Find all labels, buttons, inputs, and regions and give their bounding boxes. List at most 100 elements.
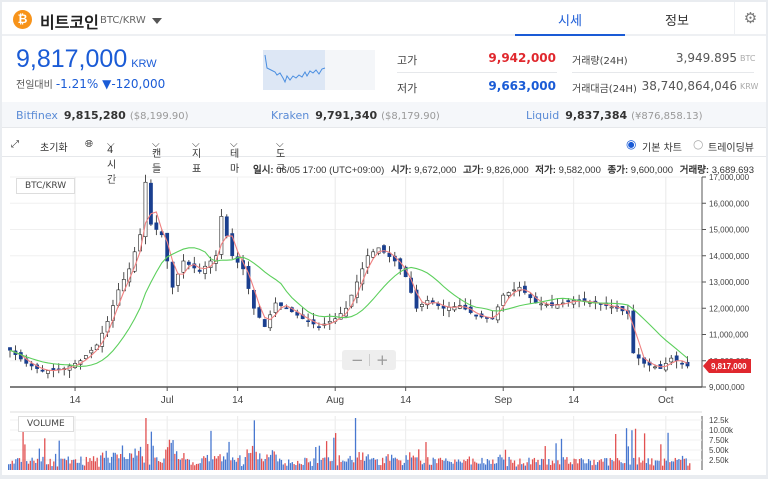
volume-bar bbox=[571, 464, 573, 470]
candle bbox=[197, 269, 202, 272]
volume-bar bbox=[329, 461, 331, 470]
chevron-down-icon[interactable] bbox=[152, 18, 162, 24]
volume-bar bbox=[365, 456, 368, 470]
volume-bar bbox=[391, 454, 393, 470]
candle bbox=[170, 261, 175, 288]
volume-bar bbox=[293, 464, 295, 470]
volume-bar bbox=[181, 458, 183, 470]
volume-bar bbox=[222, 456, 225, 470]
indicator-dropdown[interactable]: 지표 ⌵ bbox=[192, 139, 201, 175]
volume-bar bbox=[634, 428, 637, 470]
tradingview-label[interactable]: 트레이딩뷰 bbox=[708, 139, 754, 154]
volume-bar bbox=[101, 452, 104, 470]
volume-bar bbox=[22, 430, 24, 470]
tab-price[interactable]: 시세 bbox=[515, 10, 625, 36]
volume-bar bbox=[495, 463, 498, 470]
volume-bar bbox=[94, 461, 97, 470]
volume-bar bbox=[129, 453, 131, 470]
volume-bar bbox=[652, 465, 655, 470]
volume-bar bbox=[87, 461, 89, 470]
volume-bar bbox=[428, 464, 431, 470]
exchange-name: Bitfinex bbox=[16, 109, 58, 122]
volume-bar bbox=[177, 458, 180, 470]
expand-icon[interactable]: ⤢ bbox=[11, 139, 19, 150]
volume-bar bbox=[568, 463, 570, 470]
volume-bar bbox=[405, 455, 407, 470]
radio-tradingview[interactable]: ○ bbox=[693, 137, 703, 151]
volume-bar bbox=[665, 460, 667, 470]
volume-bar bbox=[107, 457, 109, 470]
volume-bar bbox=[477, 463, 480, 470]
volume-bar bbox=[241, 466, 243, 470]
x-tick-label: Oct bbox=[658, 395, 674, 406]
volume-bar bbox=[436, 463, 438, 470]
interval-dropdown[interactable]: 4시간 ⌵ bbox=[107, 139, 116, 186]
volume-bar bbox=[139, 446, 142, 470]
volume-bar bbox=[598, 460, 601, 470]
volume-bar bbox=[289, 463, 292, 470]
volume-bar bbox=[148, 464, 151, 470]
tools-dropdown[interactable]: 도구 ⌵ bbox=[276, 139, 285, 175]
volume-bar bbox=[221, 461, 223, 470]
candle bbox=[8, 347, 12, 351]
volume-bar bbox=[219, 454, 221, 470]
candle bbox=[544, 304, 549, 307]
gear-icon[interactable]: ⚙ bbox=[734, 2, 766, 36]
reset-button[interactable]: 초기화 bbox=[40, 139, 68, 154]
divider bbox=[572, 72, 754, 73]
price-value: 9,817,000 bbox=[16, 45, 128, 73]
amount-value: 38,740,864,046 bbox=[641, 79, 737, 93]
volume-bar bbox=[414, 457, 416, 470]
low-value: 9,663,000 bbox=[488, 79, 556, 93]
volume-label: 거래량(24H) bbox=[572, 56, 628, 67]
radio-basic-chart[interactable]: ◉ bbox=[626, 137, 636, 151]
price-chart[interactable]: 9,000,00010,000,00011,000,00012,000,0001… bbox=[2, 172, 766, 475]
basic-chart-label[interactable]: 기본 차트 bbox=[642, 139, 682, 154]
candle bbox=[371, 251, 376, 258]
volume-bar bbox=[170, 442, 172, 470]
globe-icon[interactable]: 🌐︎ bbox=[85, 139, 93, 150]
volume-bar bbox=[112, 452, 115, 470]
volume-bar bbox=[580, 458, 582, 470]
volume-bar bbox=[51, 466, 53, 470]
volume-bar bbox=[47, 464, 50, 470]
volume-bar bbox=[372, 457, 375, 470]
volume-bar bbox=[517, 464, 519, 470]
amount-label: 거래대금(24H) bbox=[572, 84, 637, 95]
volume-bar bbox=[105, 450, 107, 470]
candle bbox=[501, 294, 506, 306]
zoom-in-button[interactable]: + bbox=[376, 350, 389, 370]
theme-dropdown[interactable]: 테마 ⌵ bbox=[230, 139, 239, 175]
candle bbox=[186, 261, 191, 265]
volume-bar bbox=[120, 453, 122, 470]
volume-bar bbox=[396, 458, 398, 470]
ma-short-line bbox=[9, 211, 688, 372]
volume-bar bbox=[8, 464, 10, 470]
candle bbox=[631, 310, 636, 354]
volume-bar bbox=[432, 457, 434, 470]
candle bbox=[317, 326, 321, 328]
high-label: 고가 bbox=[397, 54, 418, 67]
candle-dropdown[interactable]: 캔들 ⌵ bbox=[152, 139, 161, 175]
volume-bar bbox=[566, 457, 568, 470]
tab-info[interactable]: 정보 bbox=[622, 10, 732, 29]
volume-bar bbox=[510, 459, 512, 470]
volume-bar bbox=[199, 463, 201, 470]
volume-bar bbox=[618, 460, 620, 470]
volume-bar bbox=[58, 440, 60, 470]
volume-bar bbox=[190, 464, 192, 470]
bitcoin-icon: ₿ bbox=[13, 10, 32, 29]
change-pct: -1.21% bbox=[55, 77, 99, 91]
volume-bar bbox=[60, 458, 62, 470]
volume-bar bbox=[528, 457, 530, 470]
volume-bar bbox=[616, 458, 619, 470]
volume-bar bbox=[123, 457, 125, 470]
volume-bar bbox=[564, 459, 566, 470]
volume-bar bbox=[100, 455, 102, 470]
zoom-out-button[interactable]: − bbox=[351, 350, 364, 370]
volume-bar bbox=[600, 459, 602, 470]
exchange-price: 9,837,384 bbox=[565, 109, 628, 122]
volume-bar bbox=[324, 457, 326, 470]
divider bbox=[397, 72, 557, 73]
y-tick-label: 12,000,000 bbox=[709, 304, 750, 313]
